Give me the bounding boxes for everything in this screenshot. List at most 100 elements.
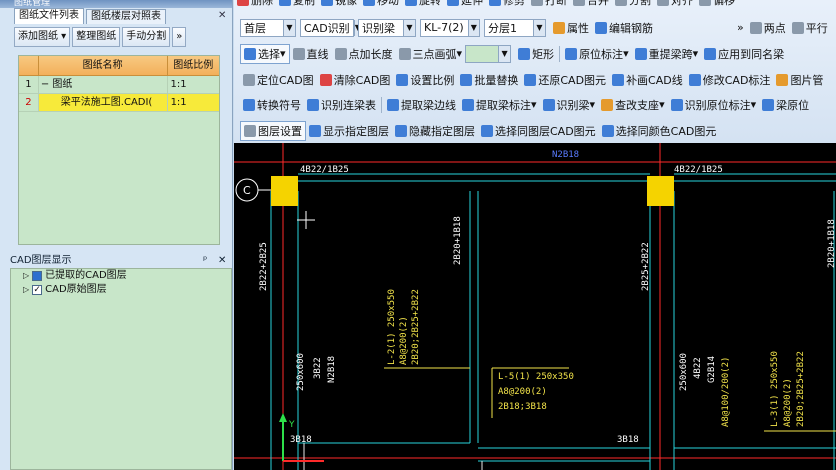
move-icon: [363, 0, 375, 6]
layer-item-extracted[interactable]: ▷ 已提取的CAD图层: [11, 269, 231, 283]
table-row[interactable]: 2 梁平法施工图.CADI( 1:1: [19, 94, 219, 112]
more-icon[interactable]: »: [734, 18, 747, 38]
layer-checkbox[interactable]: ✓: [32, 285, 43, 295]
beam-label: 250x600: [296, 353, 306, 391]
close-icon[interactable]: ✕: [218, 254, 226, 268]
set-scale-button[interactable]: 设置比例: [393, 70, 457, 90]
column-block[interactable]: [271, 176, 298, 206]
extract-beam-edge-label: 提取梁边线: [401, 98, 456, 112]
layer-item-original[interactable]: ▷ ✓ CAD原始图层: [11, 283, 231, 297]
restore-cad-button[interactable]: 还原CAD图元: [521, 70, 609, 90]
clear-cad-button[interactable]: 清除CAD图: [317, 70, 394, 90]
panel-button-row: 添加图纸 ▾ 整理图纸 手动分割 »: [14, 27, 187, 49]
cursor-icon: [244, 47, 256, 60]
add-drawing-button[interactable]: 添加图纸 ▾: [14, 27, 71, 47]
two-points-button[interactable]: 两点: [747, 18, 789, 38]
convert-symbol-button[interactable]: 转换符号: [240, 95, 304, 115]
cad-drawing[interactable]: C Y 4B22/1B25 N2B18 4B22/1B25 2B22+2B25 …: [234, 143, 836, 470]
close-icon[interactable]: ✕: [218, 10, 226, 21]
extract-beam-edge-button[interactable]: 提取梁边线: [384, 95, 459, 115]
apply-same-name-label: 应用到同名梁: [718, 47, 785, 61]
recognize-in-place-button[interactable]: 识别原位标注 ▾: [668, 95, 760, 115]
mode-select[interactable]: CAD识别▼: [300, 18, 361, 37]
cad-layer-tree: ▷ 已提取的CAD图层 ▷ ✓ CAD原始图层: [10, 268, 232, 470]
show-layer-button[interactable]: 显示指定图层: [306, 121, 392, 141]
align-button[interactable]: 对齐: [654, 0, 696, 10]
extend-button[interactable]: 延伸: [444, 0, 486, 10]
beam-label: N2B18: [552, 150, 579, 160]
floor-select[interactable]: 首层 ▼: [240, 18, 296, 37]
move-button[interactable]: 移动: [360, 0, 402, 10]
manual-split-button[interactable]: 手动分割: [122, 27, 171, 47]
parallel-button[interactable]: 平行: [789, 18, 831, 38]
break-button[interactable]: 打断: [528, 0, 570, 10]
extract-beam-label-label: 提取梁标注: [476, 98, 531, 112]
in-place-annotation-button[interactable]: 原位标注 ▾: [562, 44, 632, 64]
layer-select[interactable]: 分层1 ▼: [484, 18, 546, 37]
select-same-layer-button[interactable]: 选择同图层CAD图元: [478, 121, 599, 141]
modify-cad-label-button[interactable]: 修改CAD标注: [686, 70, 774, 90]
expand-icon[interactable]: ▷: [23, 269, 29, 283]
crosshair-cursor: [297, 211, 315, 229]
select-same-color-button[interactable]: 选择同颜色CAD图元: [599, 121, 720, 141]
apply-same-name-button[interactable]: 应用到同名梁: [701, 44, 787, 64]
merge-button[interactable]: 合并: [570, 0, 612, 10]
re-extract-span-button[interactable]: 重提梁跨 ▾: [632, 44, 702, 64]
expand-icon[interactable]: ▷: [23, 283, 29, 297]
table-row[interactable]: 1 − 图纸 1:1: [19, 76, 219, 94]
delete-button[interactable]: 删除: [234, 0, 276, 10]
tab-drawing-file-list[interactable]: 图纸文件列表: [14, 8, 84, 24]
set-scale-label: 设置比例: [410, 73, 455, 87]
more-icon[interactable]: »: [172, 27, 187, 47]
select-button[interactable]: 选择 ▾: [240, 43, 290, 64]
layer-settings-button[interactable]: 图层设置: [240, 120, 306, 141]
recognize-select[interactable]: 识别梁 ▼: [358, 18, 416, 37]
locate-cad-button[interactable]: 定位CAD图: [240, 70, 317, 90]
layers-icon: [244, 124, 256, 137]
offset-button[interactable]: 偏移: [696, 0, 738, 10]
beam-in-place-label: 梁原位: [776, 98, 810, 112]
hide-layer-button[interactable]: 隐藏指定图层: [392, 121, 478, 141]
restore-icon: [524, 73, 537, 86]
beam-in-place-button[interactable]: 梁原位: [759, 95, 812, 115]
merge-label: 合并: [587, 0, 609, 7]
properties-button[interactable]: 属性: [550, 18, 592, 38]
recognize-beam-button[interactable]: 识别梁 ▾: [540, 95, 599, 115]
layer-label: CAD原始图层: [45, 284, 107, 295]
recognize-link-beam-table-button[interactable]: 识别连梁表: [304, 95, 379, 115]
extract-beam-label-button[interactable]: 提取梁标注 ▾: [459, 95, 540, 115]
edit-rebar-button[interactable]: 编辑钢筋: [592, 18, 656, 38]
grid-header-name: 图纸名称: [39, 56, 168, 75]
member-select[interactable]: KL-7(2) ▼: [420, 18, 480, 37]
layer-checkbox[interactable]: [32, 271, 43, 281]
copy-button[interactable]: 复制: [276, 0, 318, 10]
rotate-button[interactable]: 旋转: [402, 0, 444, 10]
convert-symbol-label: 转换符号: [257, 98, 301, 112]
convert-icon: [243, 98, 255, 111]
check-support-button[interactable]: 查改支座 ▾: [598, 95, 668, 115]
tab-drawing-floor-map[interactable]: 图纸楼层对照表: [86, 9, 166, 24]
copy-label: 复制: [293, 0, 315, 7]
panel-tabs: 图纸文件列表 图纸楼层对照表: [0, 8, 232, 24]
organize-drawing-button[interactable]: 整理图纸: [72, 27, 121, 47]
column-block[interactable]: [647, 176, 674, 206]
batch-replace-button[interactable]: 批量替换: [457, 70, 521, 90]
recognize-value: 识别梁: [362, 21, 395, 35]
cad-canvas[interactable]: C Y 4B22/1B25 N2B18 4B22/1B25 2B22+2B25 …: [234, 143, 836, 470]
axis-bubble-label: C: [243, 184, 251, 197]
arc-type-select[interactable]: ▼: [465, 44, 512, 63]
line-button[interactable]: 直线: [290, 44, 332, 64]
annotation-text: 2B20;2B25+2B22: [411, 289, 421, 365]
pin-icon[interactable]: ᵖ: [203, 254, 207, 268]
rect-button[interactable]: 矩形: [515, 44, 557, 64]
point-length-button[interactable]: 点加长度: [332, 44, 396, 64]
collapse-icon[interactable]: −: [41, 79, 49, 90]
trim-button[interactable]: 修剪: [486, 0, 528, 10]
outline-lines: [303, 443, 483, 470]
image-manage-button[interactable]: 图片管: [773, 70, 826, 90]
arc-button[interactable]: 三点画弧 ▾: [396, 44, 466, 64]
draw-cad-line-button[interactable]: 补画CAD线: [609, 70, 686, 90]
beam-label: 3B18: [617, 435, 639, 445]
mirror-button[interactable]: 镜像: [318, 0, 360, 10]
split-button[interactable]: 分割: [612, 0, 654, 10]
